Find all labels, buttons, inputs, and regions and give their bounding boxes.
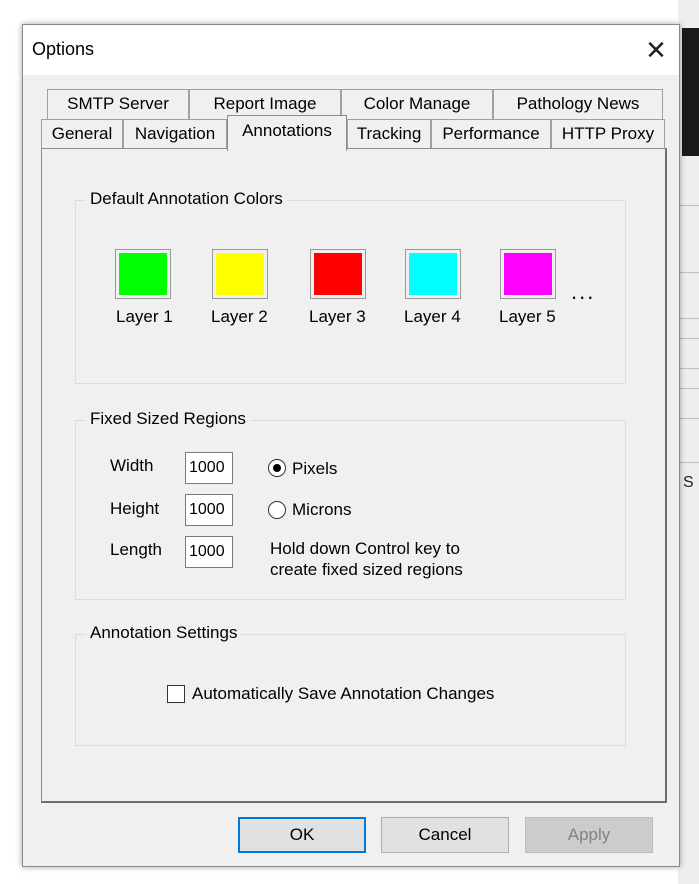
background-app-text: S xyxy=(683,474,694,491)
annotations-tab-page: Default Annotation Colors Layer 1 Layer … xyxy=(41,148,667,803)
width-input[interactable] xyxy=(185,452,233,484)
height-label: Height xyxy=(110,499,160,518)
layer-3-label: Layer 3 xyxy=(309,307,366,326)
background-app-divider xyxy=(680,318,699,319)
fixed-region-hint: Hold down Control key to create fixed si… xyxy=(270,539,463,579)
layer-3-color-swatch[interactable] xyxy=(310,249,366,299)
tab-annotations[interactable]: Annotations xyxy=(227,115,347,151)
background-app-divider xyxy=(680,205,699,206)
background-app-dark-panel xyxy=(682,28,699,156)
background-app-divider xyxy=(680,368,699,369)
close-icon: ✕ xyxy=(645,35,667,65)
layer-5-color-swatch[interactable] xyxy=(500,249,556,299)
layer-4-color xyxy=(409,253,457,295)
default-annotation-colors-group: Default Annotation Colors Layer 1 Layer … xyxy=(75,189,626,384)
autosave-checkbox-label[interactable]: Automatically Save Annotation Changes xyxy=(192,684,494,704)
options-dialog: Options ✕ SMTP Server Report Image Color… xyxy=(22,24,680,867)
layer-2-label: Layer 2 xyxy=(211,307,268,326)
ok-button[interactable]: OK xyxy=(238,817,366,853)
dialog-title: Options xyxy=(32,39,95,59)
layer-1-color xyxy=(119,253,167,295)
layer-1-color-swatch[interactable] xyxy=(115,249,171,299)
pixels-radio-label[interactable]: Pixels xyxy=(292,459,337,479)
background-app-divider xyxy=(680,418,699,419)
fixed-sized-regions-group: Fixed Sized Regions Width Height Length … xyxy=(75,409,626,600)
radio-selected-dot xyxy=(273,464,281,472)
background-app-divider xyxy=(680,462,699,463)
microns-radio-label[interactable]: Microns xyxy=(292,500,352,520)
length-input[interactable] xyxy=(185,536,233,568)
layer-1-label: Layer 1 xyxy=(116,307,173,326)
screen: S Options ✕ SMTP Server Report Image Col… xyxy=(0,0,699,884)
layer-2-color-swatch[interactable] xyxy=(212,249,268,299)
background-app-divider xyxy=(680,272,699,273)
default-annotation-colors-heading: Default Annotation Colors xyxy=(86,189,287,209)
layer-4-color-swatch[interactable] xyxy=(405,249,461,299)
more-layers-button[interactable]: ... xyxy=(571,279,595,305)
autosave-checkbox[interactable] xyxy=(167,685,185,703)
microns-radio[interactable] xyxy=(268,501,286,519)
width-label: Width xyxy=(110,456,154,475)
annotation-settings-group: Annotation Settings Automatically Save A… xyxy=(75,623,626,746)
layer-5-color xyxy=(504,253,552,295)
annotation-settings-heading: Annotation Settings xyxy=(86,623,242,643)
background-app-divider xyxy=(680,388,699,389)
pixels-radio[interactable] xyxy=(268,459,286,477)
title-bar: Options ✕ xyxy=(23,25,679,75)
tab-pathology-news[interactable]: Pathology News xyxy=(493,89,663,119)
background-app-divider xyxy=(680,338,699,339)
tab-color-manage[interactable]: Color Manage xyxy=(341,89,493,119)
layer-3-color xyxy=(314,253,362,295)
layer-4-label: Layer 4 xyxy=(404,307,461,326)
layer-2-color xyxy=(216,253,264,295)
height-input[interactable] xyxy=(185,494,233,526)
tab-performance[interactable]: Performance xyxy=(431,119,551,149)
tab-tracking[interactable]: Tracking xyxy=(347,119,431,149)
apply-button[interactable]: Apply xyxy=(525,817,653,853)
length-label: Length xyxy=(110,540,162,559)
tab-http-proxy[interactable]: HTTP Proxy xyxy=(551,119,665,149)
tab-navigation[interactable]: Navigation xyxy=(123,119,227,149)
tab-smtp-server[interactable]: SMTP Server xyxy=(47,89,189,119)
layer-5-label: Layer 5 xyxy=(499,307,556,326)
cancel-button[interactable]: Cancel xyxy=(381,817,509,853)
close-button[interactable]: ✕ xyxy=(633,31,679,71)
fixed-sized-regions-heading: Fixed Sized Regions xyxy=(86,409,250,429)
tab-general[interactable]: General xyxy=(41,119,123,149)
